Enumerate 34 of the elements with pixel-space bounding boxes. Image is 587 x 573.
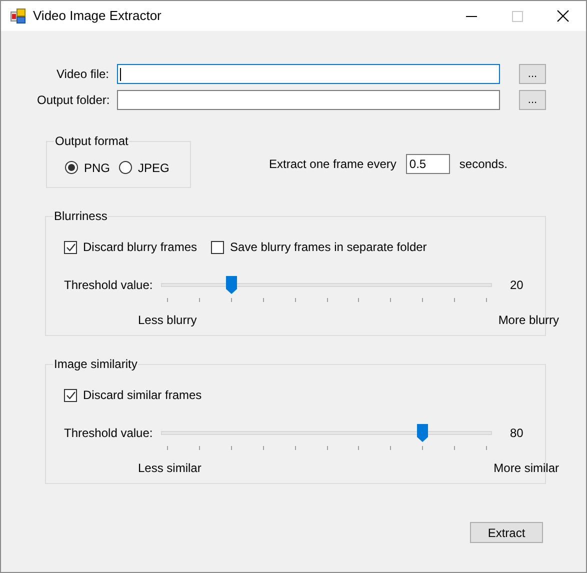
unit-label: seconds. <box>459 156 508 173</box>
min-label: Less blurry <box>138 312 197 329</box>
max-label: More blurry <box>498 312 559 329</box>
close-icon <box>557 10 569 22</box>
max-label: More similar <box>494 460 559 477</box>
checkbox-option[interactable]: Discard blurry frames <box>64 238 198 256</box>
check-icon <box>66 242 76 252</box>
maximize-icon <box>512 10 522 22</box>
group-title: Blurriness <box>53 209 108 223</box>
group-title: Image similarity <box>53 357 138 371</box>
slider-label: Threshold value: <box>64 278 154 294</box>
browse-button[interactable]: ... <box>519 90 546 110</box>
text-field[interactable] <box>117 64 500 84</box>
radio-option[interactable]: JPEG <box>119 158 170 176</box>
slider-thumb[interactable] <box>226 276 237 294</box>
field-label: Output folder: <box>37 92 109 109</box>
slider-value: 80 <box>510 426 524 442</box>
group-title: Output format <box>54 134 130 148</box>
checkbox-option[interactable]: Save blurry frames in separate folder <box>211 238 427 256</box>
app-icon <box>10 8 26 24</box>
slider-thumb[interactable] <box>417 424 428 442</box>
interval-field[interactable]: 0.5 <box>406 154 450 174</box>
extract-button[interactable]: Extract <box>470 522 543 543</box>
checkbox-option[interactable]: Discard similar frames <box>64 386 202 404</box>
browse-button[interactable]: ... <box>519 64 546 84</box>
min-label: Less similar <box>138 460 202 477</box>
slider-label: Threshold value: <box>64 426 154 442</box>
interval-label: Extract one frame every <box>269 156 396 173</box>
field-label: Video file: <box>56 66 109 83</box>
check-icon <box>66 390 76 400</box>
window-title: Video Image Extractor <box>33 7 162 26</box>
radio-option[interactable]: PNG <box>65 158 110 176</box>
slider-value: 20 <box>510 278 524 294</box>
text-field[interactable] <box>117 90 500 110</box>
